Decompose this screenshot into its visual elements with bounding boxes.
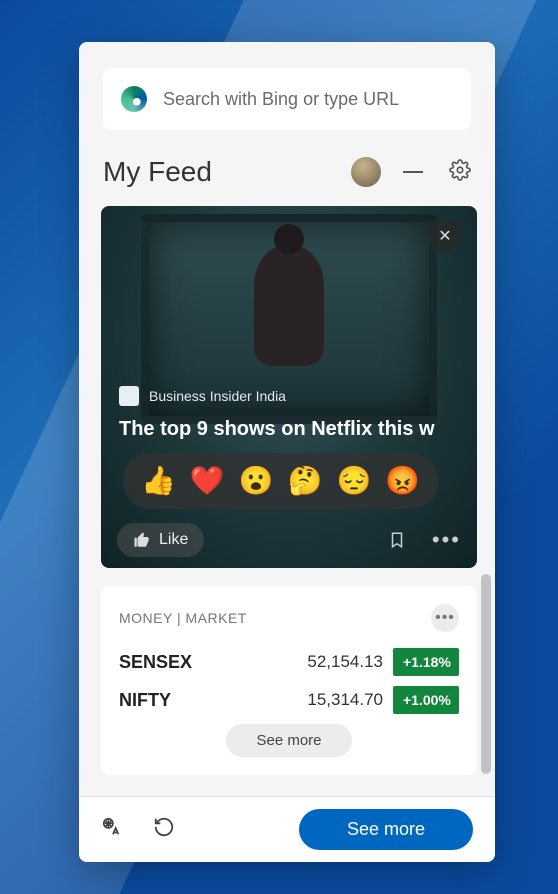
stock-row-sensex[interactable]: SENSEX 52,154.13 +1.18%	[119, 648, 459, 676]
news-card[interactable]: ✕ Business Insider India The top 9 shows…	[101, 206, 477, 568]
card-more-icon[interactable]: •••	[432, 527, 461, 553]
stock-value: 15,314.70	[291, 690, 383, 710]
reaction-sad-icon[interactable]: 😔	[337, 467, 372, 495]
reaction-heart-icon[interactable]: ❤️	[190, 467, 225, 495]
market-card: MONEY | MARKET ••• SENSEX 52,154.13 +1.1…	[101, 586, 477, 775]
stock-name: NIFTY	[119, 690, 281, 711]
stock-change-badge: +1.00%	[393, 686, 459, 714]
card-actions: Like •••	[101, 512, 477, 568]
see-more-button[interactable]: See more	[299, 809, 473, 850]
reaction-wow-icon[interactable]: 😮	[239, 467, 274, 495]
market-see-more-button[interactable]: See more	[226, 724, 352, 757]
widget-footer: See more	[79, 796, 495, 862]
like-label: Like	[159, 531, 188, 549]
search-placeholder: Search with Bing or type URL	[163, 89, 399, 110]
reaction-angry-icon[interactable]: 😡	[385, 467, 420, 495]
reactions-bar: 👍 ❤️ 😮 🤔 😔 😡	[123, 453, 438, 509]
stock-change-badge: +1.18%	[393, 648, 459, 676]
stock-value: 52,154.13	[291, 652, 383, 672]
reaction-thumbs-up-icon[interactable]: 👍	[141, 467, 176, 495]
news-widget: Search with Bing or type URL My Feed ✕ B…	[79, 42, 495, 862]
reaction-thinking-icon[interactable]: 🤔	[288, 467, 323, 495]
feed-header: My Feed	[103, 156, 471, 188]
source-logo-icon	[119, 386, 139, 406]
search-bar[interactable]: Search with Bing or type URL	[103, 68, 471, 130]
news-headline: The top 9 shows on Netflix this w	[119, 416, 459, 443]
stock-name: SENSEX	[119, 652, 281, 673]
like-button[interactable]: Like	[117, 523, 204, 557]
news-source-row: Business Insider India	[119, 386, 286, 406]
refresh-icon[interactable]	[153, 816, 175, 843]
feed-title: My Feed	[103, 156, 351, 188]
market-more-icon[interactable]: •••	[431, 604, 459, 632]
news-source: Business Insider India	[149, 388, 286, 404]
market-section-label: MONEY | MARKET	[119, 610, 431, 626]
feed-scroll-area[interactable]: ✕ Business Insider India The top 9 shows…	[79, 206, 495, 796]
close-icon[interactable]: ✕	[429, 220, 461, 252]
bookmark-icon[interactable]	[388, 529, 406, 551]
translate-icon[interactable]	[101, 816, 123, 843]
settings-icon[interactable]	[449, 159, 471, 186]
scrollbar-thumb[interactable]	[481, 574, 491, 774]
edge-logo-icon	[121, 86, 147, 112]
user-avatar[interactable]	[351, 157, 381, 187]
stock-row-nifty[interactable]: NIFTY 15,314.70 +1.00%	[119, 686, 459, 714]
minimize-icon[interactable]	[403, 171, 423, 173]
